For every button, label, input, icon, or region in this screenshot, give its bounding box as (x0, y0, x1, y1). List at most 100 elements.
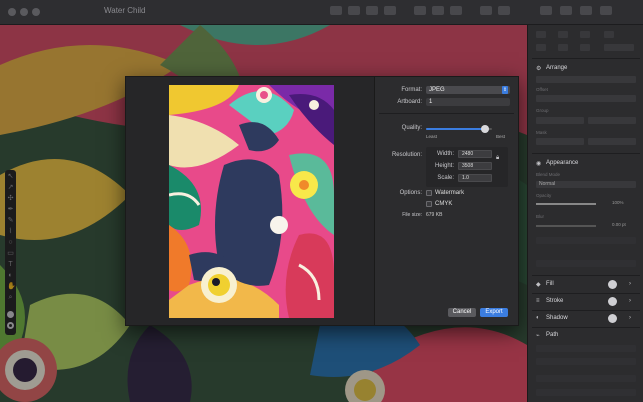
quality-slider[interactable] (426, 125, 492, 133)
align-bottom-icon[interactable] (580, 44, 590, 51)
offset-controls[interactable] (536, 95, 636, 102)
opacity-slider-fill (536, 203, 596, 205)
toolbar-subtract-icon[interactable] (432, 6, 444, 15)
corner-radius-control[interactable] (536, 237, 636, 244)
zoom-window-icon[interactable] (32, 8, 40, 16)
window-title: Water Child (104, 6, 146, 15)
shadow-color-well[interactable] (608, 314, 617, 323)
scale-label: Scale: (437, 175, 454, 181)
panel-divider (532, 293, 640, 294)
toolbar-shape-icon[interactable] (330, 6, 342, 15)
panel-divider (532, 275, 640, 276)
inspector-panel: ⚙︎ Arrange Offset Group Mask ◉ Appearanc… (527, 25, 643, 402)
artboard-select-value: 1 (429, 99, 433, 105)
stroke-section-title[interactable]: Stroke (546, 298, 563, 304)
cmyk-checkbox[interactable] (426, 201, 432, 207)
shadow-icon: ◐ (536, 315, 540, 321)
toolbar-share-icon[interactable] (560, 6, 572, 15)
align-center-icon[interactable] (558, 31, 568, 38)
quality-slider-knob[interactable] (481, 125, 490, 133)
filesize-value: 679 KB (426, 212, 443, 218)
cancel-button[interactable]: Cancel (448, 308, 476, 317)
flip-controls[interactable] (604, 44, 634, 51)
aspect-lock-icon[interactable]: 🔒︎ (496, 155, 499, 162)
toolbar-panels-icon[interactable] (580, 6, 592, 15)
path-operations[interactable] (536, 358, 636, 365)
fill-expand-icon[interactable]: › (629, 281, 631, 287)
offset-label: Offset (536, 87, 548, 92)
panel-divider (532, 327, 640, 328)
mask-button[interactable] (536, 138, 584, 145)
artboard-label: Artboard: (397, 99, 422, 105)
group-label: Group (536, 108, 549, 113)
export-preview-pane (126, 77, 375, 325)
shadow-section-title[interactable]: Shadow (546, 315, 568, 321)
toolbar-zoom-icon[interactable] (480, 6, 492, 15)
mask-label: Mask (536, 130, 547, 135)
width-field[interactable]: 2480 (458, 150, 492, 158)
align-top-icon[interactable] (536, 44, 546, 51)
blur-label: Blur (536, 214, 545, 219)
format-label: Format: (401, 87, 422, 93)
group-button[interactable] (536, 117, 584, 124)
height-field[interactable]: 3508 (458, 162, 492, 170)
align-left-icon[interactable] (536, 31, 546, 38)
export-button[interactable]: Export (480, 308, 508, 317)
quality-min-label: Least (426, 134, 438, 139)
blur-value: 0.00 pt (612, 222, 626, 227)
stroke-color-well[interactable] (608, 297, 617, 306)
toolbar-intersect-icon[interactable] (450, 6, 462, 15)
toolbar-artboard-icon[interactable] (384, 6, 396, 15)
format-select-chevron-icon: ⇕ (502, 86, 508, 94)
opacity-slider[interactable] (536, 203, 596, 205)
distribute-icon[interactable] (604, 31, 614, 38)
align-middle-icon[interactable] (558, 44, 568, 51)
smoothing-control[interactable] (536, 260, 636, 267)
format-select[interactable]: JPEG ⇕ (426, 86, 510, 94)
fill-icon: ◆ (536, 282, 541, 288)
export-preview-image (169, 85, 334, 318)
watermark-checkbox[interactable] (426, 190, 432, 196)
toolbar-text-icon[interactable] (366, 6, 378, 15)
path-section-title[interactable]: Path (546, 332, 558, 338)
width-label: Width: (436, 151, 454, 157)
stroke-expand-icon[interactable]: › (629, 298, 631, 304)
shadow-expand-icon[interactable]: › (629, 315, 631, 321)
toolbar-export-icon[interactable] (540, 6, 552, 15)
export-dialog: Format: JPEG ⇕ Artboard: 1 Quality: Leas… (125, 76, 519, 326)
minimize-window-icon[interactable] (20, 8, 28, 16)
watermark-label: Watermark (435, 190, 465, 196)
opacity-value: 100% (612, 200, 624, 205)
panel-divider (532, 153, 640, 154)
opacity-label: Opacity (536, 193, 552, 198)
align-right-icon[interactable] (580, 31, 590, 38)
toolbar-union-icon[interactable] (414, 6, 426, 15)
blend-mode-value: Normal (539, 181, 556, 187)
fill-color-well[interactable] (608, 280, 617, 289)
arrange-icon: ⚙︎ (536, 66, 542, 72)
panel-divider (532, 58, 640, 59)
scale-field[interactable]: 1.0 (458, 174, 492, 182)
arrange-buttons[interactable] (536, 76, 636, 83)
blur-slider[interactable] (536, 225, 596, 227)
release-mask-button[interactable] (588, 138, 636, 145)
outline-stroke-button[interactable] (536, 375, 636, 382)
toolbar-view-icon[interactable] (498, 6, 510, 15)
stroke-icon: ≡ (536, 298, 540, 304)
blend-mode-select[interactable]: Normal (536, 181, 636, 188)
appearance-section-title[interactable]: Appearance (546, 160, 578, 166)
flatten-button[interactable] (536, 389, 636, 396)
artboard-select[interactable]: 1 (426, 98, 510, 106)
arrange-section-title[interactable]: Arrange (546, 65, 567, 71)
toolbar-pen-icon[interactable] (348, 6, 360, 15)
toolbar-inspector-icon[interactable] (600, 6, 612, 15)
path-icon: ⌁ (536, 333, 540, 339)
resolution-label: Resolution: (391, 152, 422, 158)
quality-slider-fill (426, 128, 486, 130)
path-controls[interactable] (536, 345, 636, 352)
cmyk-label: CMYK (435, 201, 453, 207)
fill-section-title[interactable]: Fill (546, 281, 554, 287)
close-window-icon[interactable] (8, 8, 16, 16)
ungroup-button[interactable] (588, 117, 636, 124)
height-label: Height: (434, 163, 454, 169)
